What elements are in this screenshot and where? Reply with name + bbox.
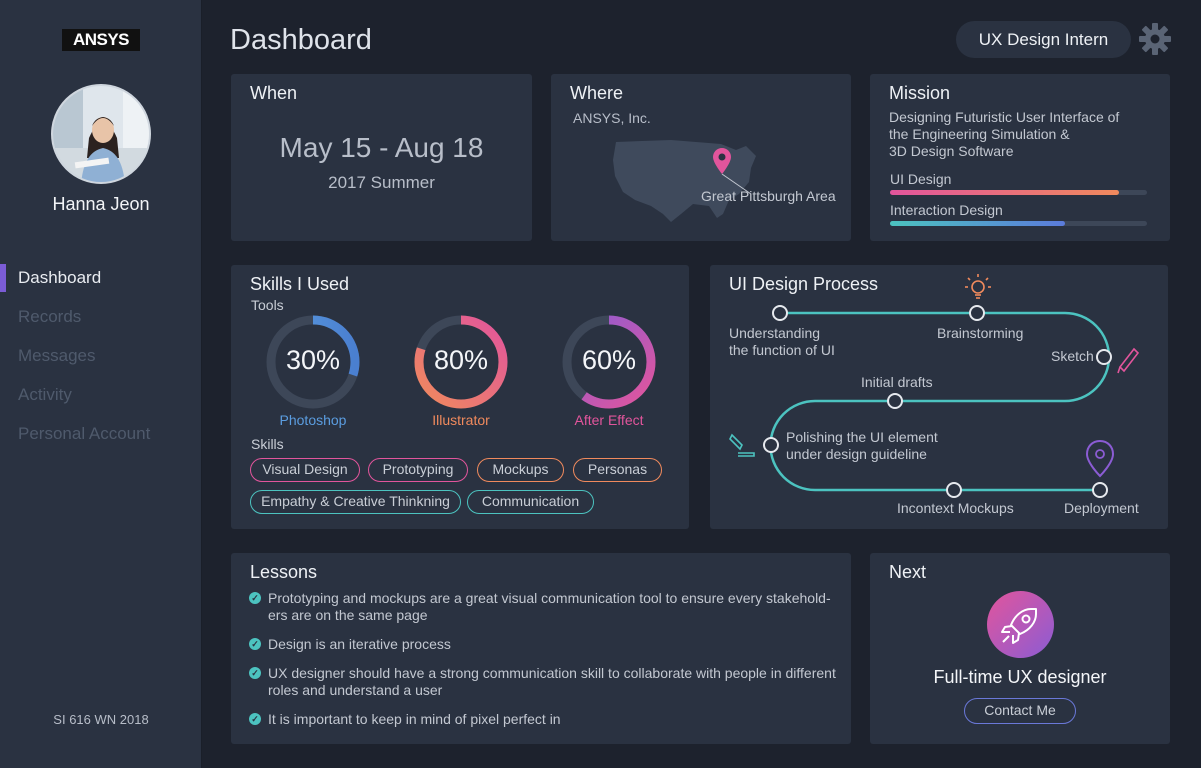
step-incontext-mockups: Incontext Mockups [897, 500, 1014, 516]
photoshop-percent: 30% [285, 345, 341, 375]
skill-tag: Empathy & Creative Thinkning [250, 490, 461, 514]
mission-title: Mission [889, 83, 951, 103]
avatar [51, 84, 151, 184]
map-pin-icon [713, 148, 731, 174]
sidebar: ANSYS Hanna Jeon Dashboard Records Messa… [0, 0, 202, 768]
skill-tag: Mockups [477, 458, 564, 482]
step-dot [763, 437, 779, 453]
process-title: UI Design Process [729, 274, 879, 294]
step-dot [772, 305, 788, 321]
lesson-item: ✓ UX designer should have a strong commu… [249, 665, 839, 699]
step-initial-drafts: Initial drafts [861, 374, 933, 390]
mission-line: the Engineering Simulation & [889, 126, 1070, 142]
map-pin-icon [1085, 439, 1115, 478]
check-icon: ✓ [249, 667, 261, 679]
check-icon: ✓ [249, 713, 261, 725]
lightbulb-icon [965, 274, 991, 299]
photoshop-donut: 30% [265, 314, 361, 410]
pencil-icon [1117, 347, 1140, 374]
skills-label: Skills [251, 436, 284, 452]
photoshop-label: Photoshop [279, 412, 347, 428]
gear-icon[interactable] [1138, 22, 1172, 56]
after-effect-label: After Effect [574, 412, 644, 428]
sidebar-item-personal-account[interactable]: Personal Account [0, 418, 202, 457]
tools-label: Tools [251, 297, 284, 313]
ui-design-label: UI Design [890, 171, 952, 187]
us-map [613, 140, 756, 222]
company-name: ANSYS, Inc. [573, 110, 651, 126]
step-dot [1096, 349, 1112, 365]
skill-tag: Visual Design [250, 458, 360, 482]
internship-season: 2017 Summer [328, 173, 435, 192]
skill-tag: Communication [467, 490, 594, 514]
contact-me-button[interactable]: Contact Me [964, 698, 1076, 724]
step-dot [946, 482, 962, 498]
rocket-badge [987, 591, 1054, 658]
lessons-card: Lessons ✓ Prototyping and mockups are a … [231, 553, 851, 744]
process-path [729, 274, 1140, 498]
skills-card: Skills I Used Tools 30% Photoshop 80% Il… [231, 265, 689, 529]
step-brainstorming: Brainstorming [937, 325, 1024, 341]
lessons-title: Lessons [250, 562, 318, 582]
interaction-design-bar-fill [890, 221, 1065, 226]
pen-tool-icon [729, 433, 755, 457]
process-card: UI Design Process Understanding the func… [710, 265, 1168, 529]
next-title: Next [889, 562, 927, 582]
rocket-icon [1001, 608, 1037, 644]
sidebar-item-messages[interactable]: Messages [0, 340, 202, 379]
internship-dates: May 15 - Aug 18 [279, 132, 484, 163]
check-icon: ✓ [249, 592, 261, 604]
lesson-text: It is important to keep in mind of pixel… [268, 711, 561, 727]
lesson-item: ✓ It is important to keep in mind of pix… [249, 711, 839, 728]
illustrator-donut: 80% [413, 314, 509, 410]
interaction-design-label: Interaction Design [890, 202, 1003, 218]
interaction-design-bar [890, 221, 1147, 226]
skill-tag: Prototyping [368, 458, 468, 482]
user-name: Hanna Jeon [52, 194, 150, 214]
sidebar-item-records[interactable]: Records [0, 301, 202, 340]
sidebar-item-dashboard[interactable]: Dashboard [0, 262, 202, 301]
page-title: Dashboard [230, 24, 372, 56]
lesson-text: UX designer should have a strong communi… [268, 665, 836, 698]
ui-design-bar [890, 190, 1147, 195]
ui-design-bar-fill [890, 190, 1119, 195]
after-effect-percent: 60% [581, 345, 637, 375]
skills-title: Skills I Used [250, 274, 350, 294]
step-dot [887, 393, 903, 409]
lesson-text: Prototyping and mockups are a great visu… [268, 590, 831, 623]
check-icon: ✓ [249, 638, 261, 650]
when-title: When [250, 83, 298, 103]
illustrator-percent: 80% [433, 345, 489, 375]
step-understanding: Understanding the function of UI [729, 325, 835, 358]
mission-statement: Designing Futuristic User Interface of t… [889, 109, 1149, 160]
mission-line: 3D Design Software [889, 143, 1014, 159]
ansys-logo: ANSYS [62, 29, 140, 51]
skill-tag: Personas [573, 458, 662, 482]
next-role: Full-time UX designer [933, 667, 1107, 687]
location-label: Great Pittsburgh Area [701, 188, 836, 204]
lesson-item: ✓ Design is an iterative process [249, 636, 839, 653]
step-sketch: Sketch [1051, 348, 1094, 364]
where-card: Where ANSYS, Inc. Great Pittsburgh Area [551, 74, 851, 241]
when-card: When May 15 - Aug 18 2017 Summer [231, 74, 532, 241]
after-effect-donut: 60% [561, 314, 657, 410]
step-deployment: Deployment [1064, 500, 1139, 516]
next-card: Next Full-time UX designer Contact Me [870, 553, 1170, 744]
step-dot [1092, 482, 1108, 498]
course-note: SI 616 WN 2018 [53, 712, 149, 727]
sidebar-item-activity[interactable]: Activity [0, 379, 202, 418]
logo-text: ANSYS [64, 31, 138, 49]
illustrator-label: Illustrator [432, 412, 490, 428]
role-badge[interactable]: UX Design Intern [956, 21, 1131, 58]
mission-card: Mission Designing Futuristic User Interf… [870, 74, 1170, 241]
profile-photo [53, 86, 149, 182]
step-dot [969, 305, 985, 321]
step-polishing: Polishing the UI element under design gu… [786, 429, 938, 462]
lesson-item: ✓ Prototyping and mockups are a great vi… [249, 590, 839, 624]
mission-line: Designing Futuristic User Interface of [889, 109, 1120, 125]
where-title: Where [570, 83, 624, 103]
sidebar-nav: Dashboard Records Messages Activity Pers… [0, 262, 202, 457]
lesson-text: Design is an iterative process [268, 636, 451, 652]
